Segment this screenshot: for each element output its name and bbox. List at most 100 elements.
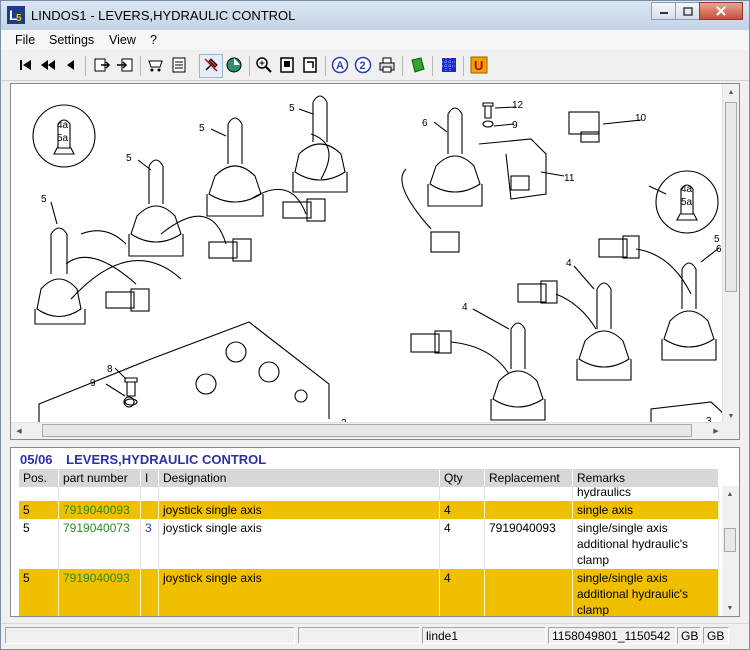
callout-label: 9 bbox=[512, 120, 518, 131]
toolbar-separator bbox=[432, 56, 433, 76]
joystick-8 bbox=[490, 322, 546, 421]
title-bar[interactable]: L 5 LINDOS1 - LEVERS,HYDRAULIC CONTROL bbox=[1, 1, 749, 30]
toolbar-separator bbox=[140, 56, 141, 76]
remarks-line: clamp bbox=[577, 603, 610, 617]
status-language-1: GB bbox=[677, 627, 701, 644]
svg-text:A: A bbox=[336, 60, 344, 72]
cell-qty: 4 bbox=[440, 519, 485, 569]
callout-label: 4a bbox=[57, 120, 69, 131]
u-icon[interactable]: U bbox=[470, 56, 488, 74]
status-message bbox=[5, 627, 295, 644]
cell-part-number[interactable]: 7919040093 bbox=[59, 569, 141, 616]
import-icon[interactable] bbox=[116, 56, 134, 74]
group-code: 05/06 bbox=[20, 452, 53, 467]
toolbar-separator bbox=[249, 56, 250, 76]
app-logo-icon: L 5 bbox=[7, 6, 25, 24]
parts-vertical-scrollbar[interactable]: ▲ ▼ bbox=[722, 486, 739, 616]
cell-pos: 5 bbox=[19, 519, 59, 569]
menu-help[interactable]: ? bbox=[150, 33, 157, 47]
cell-qty: 4 bbox=[440, 569, 485, 616]
scroll-up-icon[interactable]: ▲ bbox=[722, 486, 738, 502]
toolbar-separator bbox=[402, 56, 403, 76]
remarks-line: single/single axis bbox=[577, 521, 668, 535]
cell-pos: 5 bbox=[19, 569, 59, 616]
application-window: L 5 LINDOS1 - LEVERS,HYDRAULIC CONTROL F… bbox=[0, 0, 750, 650]
menu-bar: File Settings View ? bbox=[1, 30, 749, 50]
globe-icon[interactable] bbox=[225, 56, 243, 74]
table-row[interactable]: 5 7919040093 joystick single axis 4 sing… bbox=[19, 501, 719, 519]
close-button[interactable] bbox=[699, 2, 743, 20]
callout-label: 6 bbox=[422, 118, 428, 129]
callout-label: 5 bbox=[289, 103, 295, 114]
column-header-pos[interactable]: Pos. bbox=[19, 469, 59, 487]
menu-view[interactable]: View bbox=[109, 33, 136, 47]
column-header-replacement[interactable]: Replacement bbox=[485, 469, 573, 487]
scroll-corner bbox=[722, 422, 739, 439]
callout-label: 9 bbox=[90, 378, 96, 389]
remarks-line: additional hydraulic's bbox=[577, 587, 689, 601]
cell-replacement bbox=[485, 569, 573, 616]
joystick-3 bbox=[206, 117, 264, 217]
cell-remarks: single/single axis additional hydraulic'… bbox=[573, 569, 719, 617]
column-header-qty[interactable]: Qty bbox=[440, 469, 485, 487]
page2-icon[interactable] bbox=[301, 56, 319, 74]
scroll-down-icon[interactable]: ▼ bbox=[722, 600, 738, 616]
status-user: linde1 bbox=[422, 627, 546, 644]
menu-settings[interactable]: Settings bbox=[49, 33, 94, 47]
toolbar-separator bbox=[85, 56, 86, 76]
cell-designation: joystick single axis bbox=[159, 569, 440, 616]
cart-icon[interactable] bbox=[147, 56, 165, 74]
cell-part-number[interactable]: 7919040073 bbox=[59, 519, 141, 569]
drawing-canvas: 4a 5a 4a 5a 5 5 5 5 6 12 9 10 11 5 6 4 4… bbox=[32, 95, 725, 429]
scroll-thumb[interactable] bbox=[725, 102, 737, 292]
a-icon[interactable]: A bbox=[331, 56, 349, 74]
column-header-part-number[interactable]: part number bbox=[59, 469, 141, 487]
minimize-icon bbox=[659, 12, 668, 14]
cell-designation: joystick single axis bbox=[159, 501, 440, 519]
prev-fast-icon[interactable] bbox=[39, 56, 57, 74]
green-book-icon[interactable] bbox=[409, 56, 427, 74]
parts-list-panel: 05/06 LEVERS,HYDRAULIC CONTROL Pos. part… bbox=[10, 447, 740, 617]
table-row[interactable]: 5 7919040093 joystick single axis 4 sing… bbox=[19, 569, 719, 617]
print-icon[interactable] bbox=[378, 56, 396, 74]
scroll-up-icon[interactable]: ▲ bbox=[723, 84, 739, 100]
toolbar-separator bbox=[325, 56, 326, 76]
pin-icon[interactable] bbox=[202, 56, 220, 74]
callout-label: 5a bbox=[57, 133, 69, 144]
svg-text:2: 2 bbox=[360, 60, 366, 72]
first-icon[interactable] bbox=[17, 56, 35, 74]
toolbar-separator bbox=[463, 56, 464, 76]
svg-text:5: 5 bbox=[16, 13, 22, 24]
restore-button[interactable] bbox=[675, 2, 700, 20]
blue-grid-icon[interactable] bbox=[440, 56, 458, 74]
remarks-line: clamp bbox=[577, 553, 610, 567]
prev-icon[interactable] bbox=[61, 56, 79, 74]
checklist-icon[interactable] bbox=[170, 56, 188, 74]
scroll-thumb[interactable] bbox=[42, 424, 692, 437]
cell-part-number[interactable]: 7919040093 bbox=[59, 501, 141, 519]
minimize-button[interactable] bbox=[651, 2, 676, 20]
column-header-remarks[interactable]: Remarks bbox=[573, 469, 719, 487]
column-header-designation[interactable]: Designation bbox=[159, 469, 440, 487]
drawing-horizontal-scrollbar[interactable]: ◀ ▶ bbox=[11, 422, 724, 439]
2-icon[interactable]: 2 bbox=[354, 56, 372, 74]
page-icon[interactable] bbox=[278, 56, 296, 74]
export-icon[interactable] bbox=[93, 56, 111, 74]
cell-remarks: single/single axis additional hydraulic'… bbox=[573, 519, 719, 569]
scroll-thumb[interactable] bbox=[724, 528, 736, 552]
drawing-vertical-scrollbar[interactable]: ▲ ▼ bbox=[722, 84, 739, 424]
cell-replacement[interactable]: 7919040093 bbox=[485, 519, 573, 569]
joystick-7 bbox=[576, 282, 632, 381]
zoom-icon[interactable] bbox=[255, 56, 273, 74]
menu-file[interactable]: File bbox=[15, 33, 35, 47]
scroll-left-icon[interactable]: ◀ bbox=[11, 423, 27, 439]
table-row[interactable]: 5 7919040073 3 joystick single axis 4 79… bbox=[19, 519, 719, 569]
column-header-index[interactable]: I bbox=[141, 469, 159, 487]
parts-drawing[interactable]: 4a 5a 4a 5a 5 5 5 5 6 12 9 10 11 5 6 4 4… bbox=[10, 83, 740, 440]
table-row[interactable]: hydraulics bbox=[19, 486, 719, 500]
cell-qty: 4 bbox=[440, 501, 485, 519]
cell-remarks: hydraulics bbox=[573, 486, 719, 500]
svg-text:U: U bbox=[474, 58, 483, 73]
joystick-4 bbox=[292, 95, 348, 193]
callout-label: 10 bbox=[635, 113, 647, 124]
